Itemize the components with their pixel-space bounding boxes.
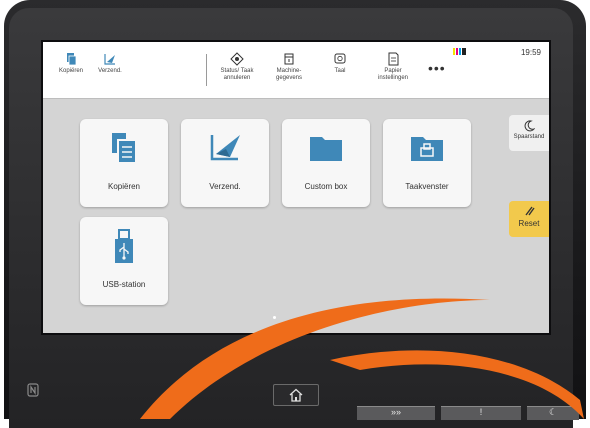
- tile-custom-box[interactable]: Custom box: [282, 119, 370, 207]
- tile-custom-box-label: Custom box: [304, 182, 348, 191]
- page-indicator: [273, 316, 276, 319]
- paper-settings-icon: [388, 52, 399, 66]
- toner-magenta: [456, 48, 458, 55]
- machine-label-line2: gegevens: [275, 75, 303, 81]
- toner-yellow: [453, 48, 455, 55]
- status-icon: [230, 52, 244, 66]
- toner-cyan: [459, 48, 461, 55]
- language-label: Taal: [334, 68, 346, 74]
- paper-label-line1: Papier: [384, 68, 402, 74]
- shortcut-paper-settings[interactable]: Papier instellingen: [371, 52, 415, 82]
- tile-job-box-label: Taakvenster: [405, 182, 449, 191]
- status-label-line1: Status/ Taak: [220, 68, 254, 74]
- shortcut-copy[interactable]: Kopiëren: [55, 52, 87, 75]
- job-box-icon: [411, 137, 443, 161]
- toner-black: [462, 48, 466, 55]
- home-button[interactable]: [273, 384, 319, 406]
- more-options-button[interactable]: •••: [428, 60, 446, 76]
- shortcut-copy-label: Kopiëren: [58, 68, 84, 74]
- tile-usb-label: USB-station: [102, 280, 146, 289]
- tile-copy-label: Kopiëren: [107, 182, 141, 191]
- start-button[interactable]: »»: [357, 406, 435, 420]
- machine-label-line1: Machine-: [276, 68, 302, 74]
- copy-icon: [112, 133, 137, 164]
- status-label-line2: annuleren: [223, 75, 251, 81]
- copy-icon: [67, 53, 77, 66]
- attention-indicator: !: [441, 406, 521, 420]
- touch-screen: Kopiëren Verzend. Status/ Taak annuleren: [43, 42, 549, 333]
- send-icon: [104, 54, 115, 65]
- tile-copy[interactable]: Kopiëren: [80, 119, 168, 207]
- reset-icon: [525, 206, 535, 216]
- tile-usb[interactable]: USB-station: [80, 217, 168, 305]
- tile-send[interactable]: Verzend.: [181, 119, 269, 207]
- moon-icon: [524, 120, 536, 132]
- send-icon: [210, 135, 240, 161]
- power-button[interactable]: ☾: [527, 406, 579, 420]
- tile-send-label: Verzend.: [209, 182, 241, 191]
- folder-icon: [310, 137, 342, 161]
- usb-icon: [115, 229, 133, 263]
- home-icon: [289, 388, 303, 402]
- sleep-button[interactable]: Spaarstand: [509, 115, 549, 151]
- topbar-separator: [206, 54, 207, 86]
- reset-button[interactable]: Reset: [509, 201, 549, 237]
- sleep-label: Spaarstand: [513, 134, 545, 140]
- top-shortcut-bar: Kopiëren Verzend. Status/ Taak annuleren: [43, 42, 549, 99]
- clock: 19:59: [520, 48, 541, 57]
- shortcut-machine-info[interactable]: Machine- gegevens: [269, 52, 309, 82]
- nfc-icon: [27, 383, 39, 402]
- toner-level-indicator: [453, 48, 467, 66]
- machine-info-icon: [284, 53, 294, 65]
- shortcut-status-cancel[interactable]: Status/ Taak annuleren: [215, 52, 259, 82]
- shortcut-send-label: Verzend.: [98, 68, 122, 74]
- tile-job-box[interactable]: Taakvenster: [383, 119, 471, 207]
- shortcut-send[interactable]: Verzend.: [93, 52, 127, 75]
- language-icon: [334, 53, 346, 64]
- shortcut-language[interactable]: Taal: [325, 52, 355, 75]
- reset-label: Reset: [518, 219, 540, 228]
- paper-label-line2: instellingen: [377, 75, 409, 81]
